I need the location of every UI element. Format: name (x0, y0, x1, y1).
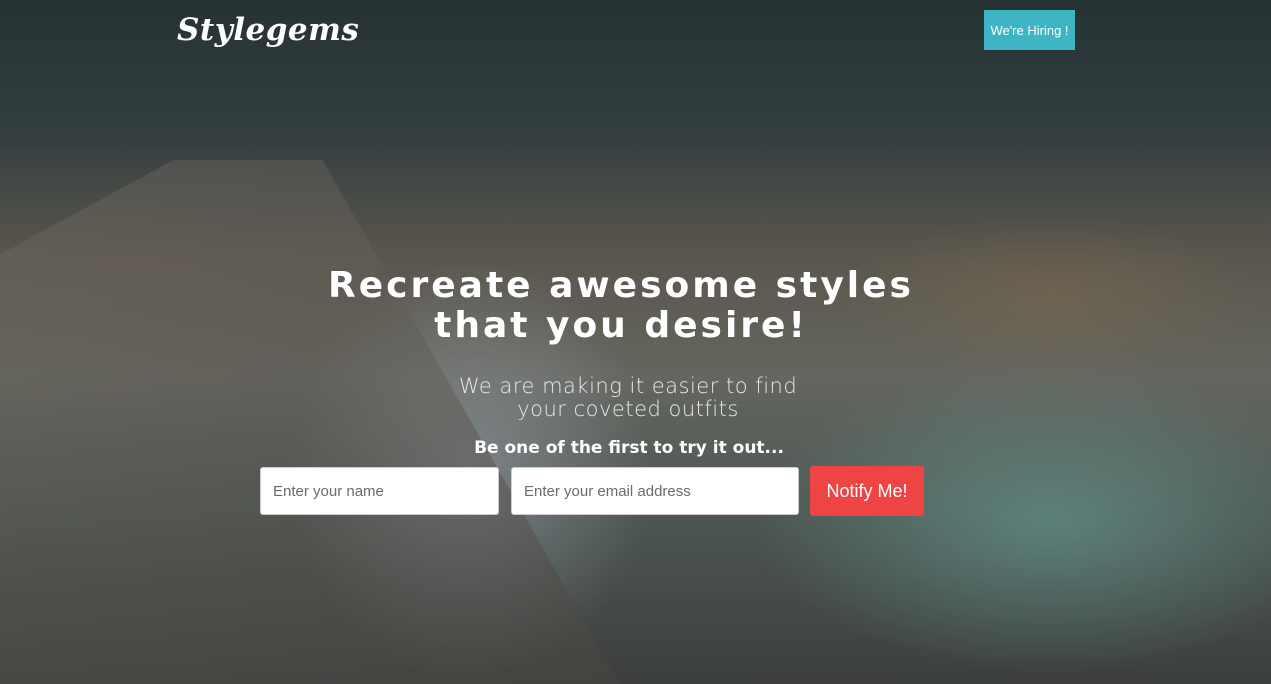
hero-subheadline-line1: We are making it easier to find (458, 374, 798, 398)
hero-subheadline-line2: your coveted outfits (517, 397, 739, 421)
hero-headline-line1: Recreate awesome styles (328, 265, 914, 306)
hiring-button[interactable]: We're Hiring ! (984, 10, 1075, 50)
hero-headline: Recreate awesome styles that you desire! (271, 266, 971, 346)
name-input[interactable] (260, 467, 499, 515)
cta-text: Be one of the first to try it out... (474, 438, 784, 458)
email-input[interactable] (511, 467, 799, 515)
notify-button[interactable]: Notify Me! (810, 466, 924, 516)
logo[interactable]: Stylegems (177, 12, 359, 48)
hero-subheadline: We are making it easier to find your cov… (378, 375, 878, 421)
hero-headline-line2: that you desire! (434, 305, 808, 346)
